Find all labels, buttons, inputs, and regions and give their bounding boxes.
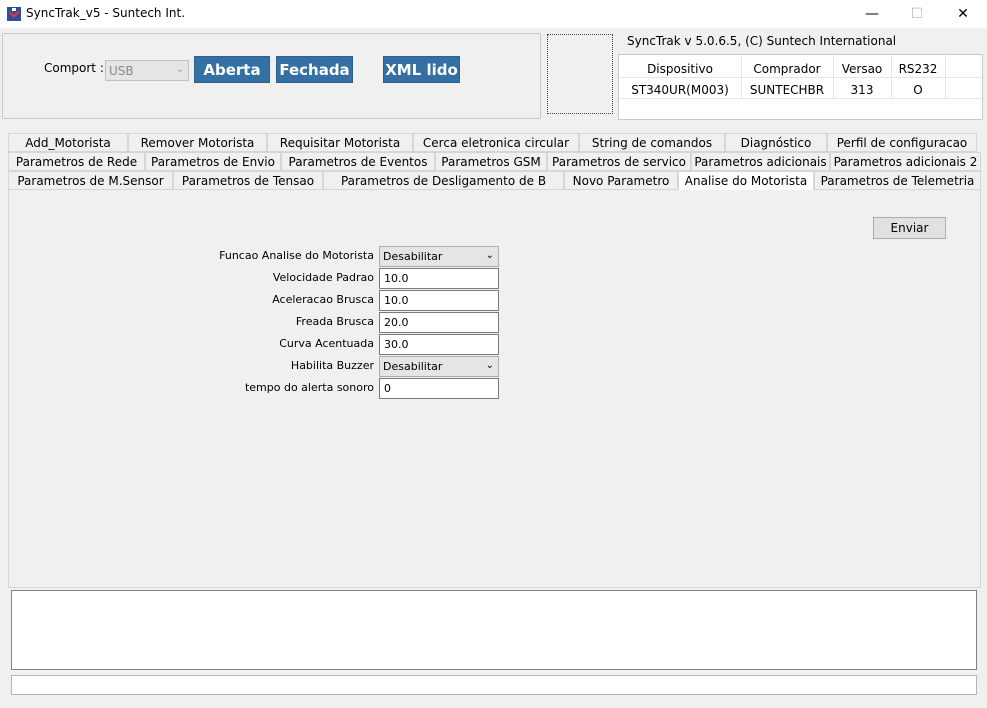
table-cell: O bbox=[913, 83, 923, 97]
tab-remover-motorista[interactable]: Remover Motorista bbox=[128, 133, 267, 152]
tab-analise-motorista[interactable]: Analise do Motorista bbox=[678, 171, 814, 190]
velocidade-padrao-input[interactable]: 10.0 bbox=[379, 268, 499, 289]
synctrak-logo-icon bbox=[7, 7, 21, 21]
tab-parametros-gsm[interactable]: Parametros GSM bbox=[435, 152, 547, 171]
chevron-down-icon: ⌄ bbox=[175, 64, 184, 75]
aberta-button[interactable]: Aberta bbox=[194, 56, 270, 83]
aceleracao-brusca-input[interactable]: 10.0 bbox=[379, 290, 499, 311]
title-bar: SyncTrak_v5 - Suntech Int. — ☐ ✕ bbox=[0, 0, 987, 28]
window-title: SyncTrak_v5 - Suntech Int. bbox=[26, 6, 186, 20]
connection-panel: Comport : USB ⌄ Aberta Fechada XML lido bbox=[2, 33, 541, 119]
tab-parametros-servico[interactable]: Parametros de servico bbox=[547, 152, 691, 171]
image-placeholder bbox=[547, 34, 613, 114]
tab-cerca-eletronica[interactable]: Cerca eletronica circular bbox=[413, 133, 579, 152]
maximize-button[interactable]: ☐ bbox=[894, 0, 940, 28]
funcao-analise-label: Funcao Analise do Motorista bbox=[219, 249, 374, 262]
tab-parametros-eventos[interactable]: Parametros de Eventos bbox=[281, 152, 435, 171]
table-header: Comprador bbox=[753, 62, 821, 76]
habilita-buzzer-select[interactable]: Desabilitar ⌄ bbox=[379, 356, 499, 377]
log-textarea[interactable] bbox=[11, 590, 977, 670]
table-header: RS232 bbox=[898, 62, 938, 76]
divider bbox=[619, 77, 982, 78]
velocidade-padrao-label: Velocidade Padrao bbox=[272, 271, 374, 284]
aceleracao-brusca-label: Aceleracao Brusca bbox=[272, 293, 374, 306]
tab-novo-parametro[interactable]: Novo Parametro bbox=[564, 171, 678, 190]
tab-requisitar-motorista[interactable]: Requisitar Motorista bbox=[267, 133, 413, 152]
tab-parametros-adicionais[interactable]: Parametros adicionais bbox=[691, 152, 830, 171]
comport-select[interactable]: USB ⌄ bbox=[105, 60, 189, 81]
curva-acentuada-label: Curva Acentuada bbox=[279, 337, 374, 350]
chevron-down-icon: ⌄ bbox=[485, 360, 494, 371]
freada-brusca-input[interactable]: 20.0 bbox=[379, 312, 499, 333]
comport-label: Comport : bbox=[44, 61, 104, 75]
table-cell: 313 bbox=[850, 83, 874, 97]
table-header: Versao bbox=[841, 62, 883, 76]
habilita-buzzer-value: Desabilitar bbox=[383, 360, 443, 373]
tab-parametros-msensor[interactable]: Parametros de M.Sensor bbox=[8, 171, 173, 190]
table-cell: SUNTECHBR bbox=[749, 83, 825, 97]
divider bbox=[619, 98, 982, 99]
chevron-down-icon: ⌄ bbox=[485, 250, 494, 261]
tab-parametros-adicionais-2[interactable]: Parametros adicionais 2 bbox=[830, 152, 981, 171]
close-button[interactable]: ✕ bbox=[940, 0, 986, 28]
status-bar bbox=[11, 675, 977, 695]
tab-parametros-telemetria[interactable]: Parametros de Telemetria bbox=[814, 171, 981, 190]
tab-parametros-desligamento[interactable]: Parametros de Desligamento de B bbox=[323, 171, 564, 190]
tempo-alerta-label: tempo do alerta sonoro bbox=[244, 381, 374, 394]
tab-perfil-configuracao[interactable]: Perfil de configuracao bbox=[827, 133, 977, 152]
habilita-buzzer-label: Habilita Buzzer bbox=[290, 359, 374, 372]
tab-parametros-tensao[interactable]: Parametros de Tensao bbox=[173, 171, 323, 190]
freada-brusca-label: Freada Brusca bbox=[295, 315, 374, 328]
tab-string-comandos[interactable]: String de comandos bbox=[579, 133, 725, 152]
comport-value: USB bbox=[109, 64, 134, 78]
funcao-analise-select[interactable]: Desabilitar ⌄ bbox=[379, 246, 499, 267]
tempo-alerta-input[interactable]: 0 bbox=[379, 378, 499, 399]
tab-parametros-rede[interactable]: Parametros de Rede bbox=[8, 152, 145, 171]
minimize-button[interactable]: — bbox=[849, 0, 895, 28]
funcao-analise-value: Desabilitar bbox=[383, 250, 443, 263]
device-info-table: Dispositivo Comprador Versao RS232 ST340… bbox=[618, 54, 983, 120]
curva-acentuada-input[interactable]: 30.0 bbox=[379, 334, 499, 355]
tab-parametros-envio[interactable]: Parametros de Envio bbox=[145, 152, 281, 171]
version-text: SyncTrak v 5.0.6.5, (C) Suntech Internat… bbox=[627, 34, 897, 48]
xml-lido-button[interactable]: XML lido bbox=[383, 56, 460, 83]
tab-diagnostico[interactable]: Diagnóstico bbox=[725, 133, 827, 152]
table-header: Dispositivo bbox=[647, 62, 713, 76]
table-cell: ST340UR(M003) bbox=[631, 83, 729, 97]
tab-add-motorista[interactable]: Add_Motorista bbox=[8, 133, 128, 152]
enviar-button[interactable]: Enviar bbox=[873, 217, 946, 239]
fechada-button[interactable]: Fechada bbox=[276, 56, 353, 83]
